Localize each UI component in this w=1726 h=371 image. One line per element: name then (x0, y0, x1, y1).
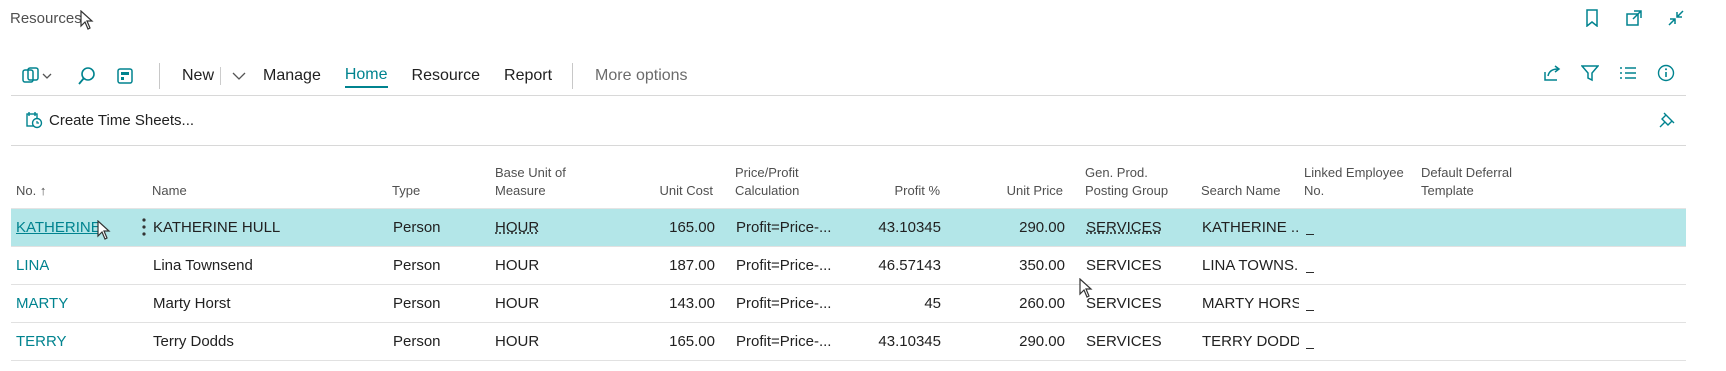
action-bar: New Manage Home Resource Report More opt… (11, 55, 1686, 96)
search-icon[interactable] (77, 66, 97, 86)
unpin-icon[interactable] (1658, 111, 1676, 129)
open-new-window-icon[interactable] (1624, 8, 1644, 28)
column-header-type[interactable]: Type (392, 182, 420, 200)
price-profit-calculation: Profit=Price-... (736, 257, 832, 274)
resource-no-link[interactable]: KATHERINE (16, 219, 101, 236)
column-header-deferral-template[interactable]: Default Deferral Template (1421, 164, 1512, 200)
resource-no-link[interactable]: MARTY (16, 295, 68, 312)
linked-employee-no[interactable]: _ (1306, 219, 1314, 236)
info-icon[interactable] (1656, 63, 1676, 83)
chevron-down-icon[interactable] (229, 66, 249, 86)
divider (572, 63, 574, 89)
price-profit-calculation: Profit=Price-... (736, 333, 832, 350)
table-row[interactable]: TERRY Terry Dodds Person HOUR 165.00 Pro… (11, 323, 1686, 361)
table-row[interactable]: KATHERINE KATHERINE HULL Person HOUR 165… (11, 209, 1686, 247)
column-header-linked-employee[interactable]: Linked Employee No. (1304, 164, 1404, 200)
report-tab[interactable]: Report (504, 65, 552, 87)
profit-percent: 43.10345 (878, 333, 941, 350)
divider (220, 67, 222, 85)
column-header-price-calc[interactable]: Price/Profit Calculation (735, 164, 799, 200)
resource-name: Lina Townsend (153, 257, 253, 274)
unit-cost: 143.00 (669, 295, 715, 312)
base-unit-of-measure[interactable]: HOUR (495, 219, 539, 236)
search-name: TERRY DODDS (1202, 333, 1299, 350)
resources-list: No. ↑ Name Type Base Unit of Measure Unit… (11, 160, 1686, 361)
gen-prod-posting-group[interactable]: SERVICES (1086, 333, 1162, 350)
linked-employee-no[interactable]: _ (1306, 333, 1314, 350)
column-header-unit-price[interactable]: Unit Price (981, 182, 1063, 200)
unit-cost: 187.00 (669, 257, 715, 274)
profit-percent: 45 (924, 295, 941, 312)
resource-tab[interactable]: Resource (412, 65, 480, 87)
mouse-cursor-icon (80, 10, 94, 30)
divider (159, 63, 160, 89)
price-profit-calculation: Profit=Price-... (736, 219, 832, 236)
row-menu-icon[interactable] (141, 217, 147, 237)
new-button[interactable]: New (182, 65, 214, 87)
page-title: Resources (10, 10, 82, 27)
column-header-unit-cost[interactable]: Unit Cost (631, 182, 713, 200)
unit-price: 290.00 (1019, 219, 1065, 236)
resource-no-link[interactable]: LINA (16, 257, 49, 274)
mouse-cursor-icon (97, 220, 111, 240)
unit-price: 350.00 (1019, 257, 1065, 274)
search-name: KATHERINE ... (1202, 219, 1299, 236)
profit-percent: 43.10345 (878, 219, 941, 236)
promoted-actions-bar: Create Time Sheets... (11, 97, 1686, 146)
manage-tab[interactable]: Manage (263, 65, 321, 87)
profit-percent: 46.57143 (878, 257, 941, 274)
gen-prod-posting-group[interactable]: SERVICES (1086, 219, 1162, 236)
column-header-search-name[interactable]: Search Name (1201, 182, 1280, 200)
create-time-sheets-label: Create Time Sheets... (49, 111, 195, 129)
resource-name: KATHERINE HULL (153, 219, 281, 236)
price-profit-calculation: Profit=Price-... (736, 295, 832, 312)
bookmark-icon[interactable] (1582, 8, 1602, 28)
search-name: MARTY HORST (1202, 295, 1299, 312)
column-header-profit[interactable]: Profit % (861, 182, 940, 200)
column-header-gen-prod[interactable]: Gen. Prod. Posting Group (1085, 164, 1168, 200)
table-header: No. ↑ Name Type Base Unit of Measure Unit… (11, 160, 1686, 209)
edit-list-dropdown-icon[interactable] (21, 66, 57, 86)
column-header-base-unit[interactable]: Base Unit of Measure (495, 164, 566, 200)
filter-icon[interactable] (1580, 63, 1600, 83)
column-header-no[interactable]: No. ↑ (16, 182, 46, 200)
linked-employee-no[interactable]: _ (1306, 295, 1314, 312)
page-header: Resources (0, 0, 1726, 48)
share-icon[interactable] (1542, 63, 1562, 83)
analysis-mode-icon[interactable] (115, 66, 135, 86)
resource-type: Person (393, 257, 441, 274)
unit-cost: 165.00 (669, 219, 715, 236)
more-options-button[interactable]: More options (595, 65, 688, 87)
create-time-sheets-button[interactable]: Create Time Sheets... (25, 111, 194, 129)
resource-name: Marty Horst (153, 295, 231, 312)
resource-name: Terry Dodds (153, 333, 234, 350)
gen-prod-posting-group[interactable]: SERVICES (1086, 295, 1162, 312)
mouse-cursor-icon (1079, 278, 1093, 298)
base-unit-of-measure[interactable]: HOUR (495, 333, 539, 350)
resource-type: Person (393, 219, 441, 236)
unit-price: 290.00 (1019, 333, 1065, 350)
unit-cost: 165.00 (669, 333, 715, 350)
time-sheet-icon (25, 111, 43, 129)
column-header-name[interactable]: Name (152, 182, 187, 200)
linked-employee-no[interactable]: _ (1306, 257, 1314, 274)
resource-no-link[interactable]: TERRY (16, 333, 67, 350)
base-unit-of-measure[interactable]: HOUR (495, 295, 539, 312)
collapse-icon[interactable] (1666, 8, 1686, 28)
resource-type: Person (393, 295, 441, 312)
home-tab[interactable]: Home (344, 64, 388, 88)
resource-type: Person (393, 333, 441, 350)
list-view-icon[interactable] (1618, 63, 1638, 83)
unit-price: 260.00 (1019, 295, 1065, 312)
table-row[interactable]: MARTY Marty Horst Person HOUR 143.00 Pro… (11, 285, 1686, 323)
base-unit-of-measure[interactable]: HOUR (495, 257, 539, 274)
search-name: LINA TOWNS... (1202, 257, 1299, 274)
gen-prod-posting-group[interactable]: SERVICES (1086, 257, 1162, 274)
table-row[interactable]: LINA Lina Townsend Person HOUR 187.00 Pr… (11, 247, 1686, 285)
